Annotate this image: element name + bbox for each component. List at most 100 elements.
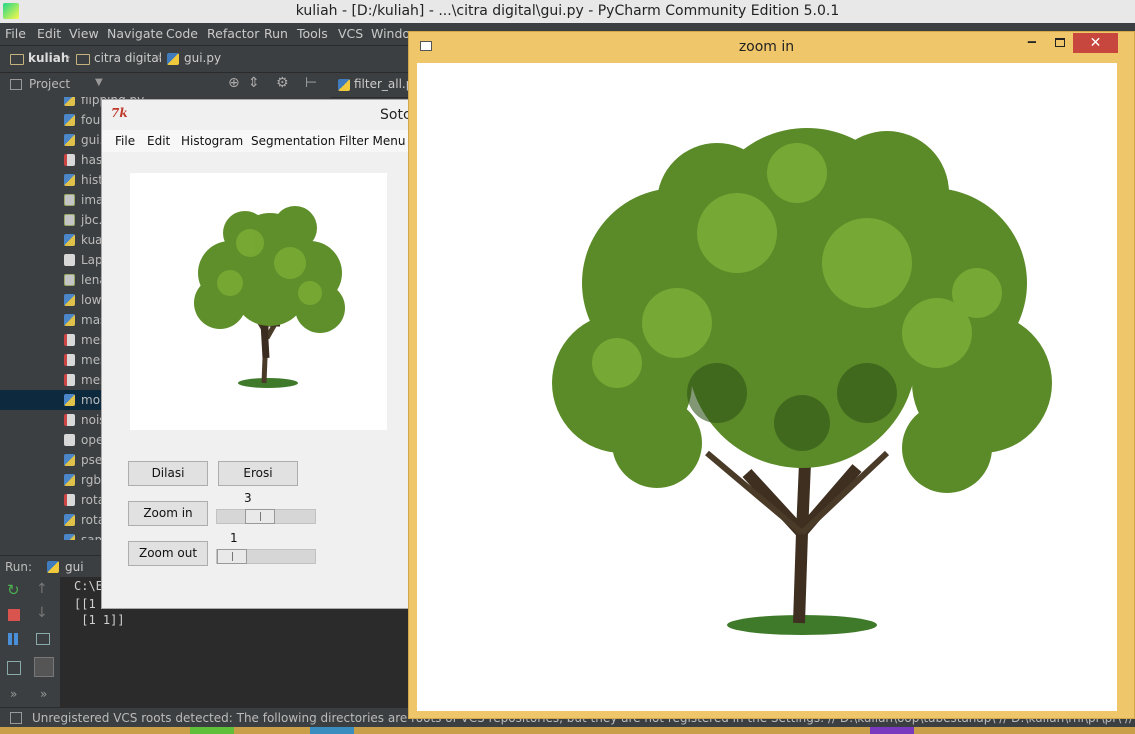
tk-menu-filter[interactable]: Filter Menu bbox=[339, 134, 405, 148]
tk-feather-icon: 7k bbox=[111, 106, 128, 120]
taskbar-item[interactable] bbox=[310, 727, 354, 734]
menu-navigate[interactable]: Navigate bbox=[107, 26, 163, 41]
minimize-icon[interactable]: ‒ bbox=[1027, 34, 1037, 50]
console-line: [[1 bbox=[74, 597, 96, 611]
run-toolbar: ↻ ↑ ↓ » » bbox=[0, 577, 60, 707]
console-line: C:\E bbox=[74, 579, 103, 593]
tree-item-label: jbc. bbox=[81, 213, 103, 227]
more-icon[interactable]: » bbox=[10, 687, 17, 701]
tk-menu-histogram[interactable]: Histogram bbox=[181, 134, 243, 148]
tk-menu-edit[interactable]: Edit bbox=[147, 134, 170, 148]
tree-item-label: pse bbox=[81, 453, 103, 467]
tree-image-small bbox=[194, 206, 345, 388]
pin-tab-icon[interactable] bbox=[34, 657, 54, 677]
zoom-in-button[interactable]: Zoom in bbox=[128, 501, 208, 526]
tk-menu-file[interactable]: File bbox=[115, 134, 135, 148]
menu-edit[interactable]: Edit bbox=[37, 26, 61, 41]
tk-menu-bar: File Edit Histogram Segmentation Filter … bbox=[102, 130, 408, 152]
more-icon[interactable]: » bbox=[40, 687, 47, 701]
zoom-window-title: zoom in bbox=[738, 39, 795, 55]
soft-wrap-icon[interactable] bbox=[36, 633, 50, 645]
unknown-file-icon bbox=[64, 254, 75, 266]
image-file-icon bbox=[64, 214, 75, 226]
project-view-icon bbox=[10, 79, 22, 90]
tree-item-label: has bbox=[81, 153, 103, 167]
zoom-title-bar: zoom in ‒ ✕ bbox=[409, 32, 1134, 62]
hide-panel-icon[interactable]: ⊢ bbox=[305, 75, 317, 91]
zoom-out-slider[interactable] bbox=[216, 549, 316, 564]
file-icon bbox=[64, 354, 75, 366]
tree-item-label: rgb bbox=[81, 473, 101, 487]
file-icon bbox=[64, 334, 75, 346]
run-tab-gui[interactable]: gui bbox=[65, 560, 84, 574]
crosshair-icon[interactable]: ⊕ bbox=[228, 75, 240, 91]
menu-vcs[interactable]: VCS bbox=[338, 26, 363, 41]
menu-tools[interactable]: Tools bbox=[297, 26, 328, 41]
breadcrumb-kuliah[interactable]: kuliah bbox=[28, 51, 69, 65]
taskbar-item[interactable] bbox=[870, 727, 914, 734]
tree-item-label: fou bbox=[81, 113, 101, 127]
collapse-icon[interactable]: ⇕ bbox=[248, 75, 260, 91]
python-file-icon bbox=[64, 234, 75, 246]
chevron-down-icon[interactable]: ▼ bbox=[95, 77, 103, 88]
python-file-icon bbox=[64, 474, 75, 486]
erosi-button[interactable]: Erosi bbox=[218, 461, 298, 486]
menu-run[interactable]: Run bbox=[264, 26, 288, 41]
gear-icon[interactable]: ⚙ bbox=[276, 75, 289, 91]
console-line: [1 1]] bbox=[74, 613, 125, 627]
tk-title-bar: 7k Sotc bbox=[102, 100, 411, 130]
stop-icon[interactable] bbox=[8, 609, 20, 621]
layout-icon[interactable] bbox=[7, 661, 21, 675]
tree-item-label: Lap bbox=[81, 253, 103, 267]
ide-window-title: kuliah - [D:/kuliah] - ...\citra digital… bbox=[295, 3, 840, 19]
taskbar-item[interactable] bbox=[190, 727, 234, 734]
python-file-icon bbox=[338, 79, 350, 91]
python-file-icon bbox=[64, 174, 75, 186]
dilasi-button[interactable]: Dilasi bbox=[128, 461, 208, 486]
python-file-icon bbox=[64, 114, 75, 126]
zoom-in-slider[interactable] bbox=[216, 509, 316, 524]
breadcrumb-separator-icon: › bbox=[66, 50, 71, 64]
zoom-window: zoom in ‒ ✕ bbox=[408, 31, 1135, 719]
python-file-icon bbox=[64, 454, 75, 466]
file-icon bbox=[64, 374, 75, 386]
zoomed-image-canvas bbox=[417, 63, 1117, 711]
toggle-toolwindows-icon[interactable] bbox=[10, 712, 22, 724]
project-view-label[interactable]: Project bbox=[29, 77, 70, 91]
menu-code[interactable]: Code bbox=[166, 26, 198, 41]
unknown-file-icon bbox=[64, 434, 75, 446]
tree-item-label: mo bbox=[81, 393, 101, 407]
breadcrumb-gui-py[interactable]: gui.py bbox=[184, 51, 221, 65]
python-file-icon bbox=[64, 294, 75, 306]
tk-app-window: 7k Sotc File Edit Histogram Segmentation… bbox=[101, 99, 411, 609]
tk-menu-segmentation[interactable]: Segmentation bbox=[251, 134, 335, 148]
arrow-down-icon[interactable]: ↓ bbox=[36, 605, 48, 621]
arrow-up-icon[interactable]: ↑ bbox=[36, 581, 48, 597]
breadcrumb-citra-digital[interactable]: citra digital bbox=[94, 51, 162, 65]
rerun-icon[interactable]: ↻ bbox=[7, 581, 20, 599]
python-file-icon bbox=[64, 97, 75, 106]
zoom-in-slider-thumb[interactable] bbox=[245, 509, 275, 524]
menu-file[interactable]: File bbox=[5, 26, 26, 41]
maximize-icon[interactable] bbox=[1055, 38, 1065, 47]
os-taskbar bbox=[0, 727, 1135, 734]
pause-icon[interactable] bbox=[8, 633, 12, 645]
zoom-out-button[interactable]: Zoom out bbox=[128, 541, 208, 566]
python-file-icon bbox=[47, 561, 59, 573]
project-toolbar: Project ▼ ⊕ ⇕ ⚙ ⊢ bbox=[0, 73, 330, 98]
python-file-icon bbox=[64, 134, 75, 146]
close-button[interactable]: ✕ bbox=[1073, 33, 1118, 53]
image-file-icon bbox=[64, 194, 75, 206]
folder-icon bbox=[76, 54, 90, 65]
ide-title-bar: kuliah - [D:/kuliah] - ...\citra digital… bbox=[0, 0, 1135, 23]
menu-refactor[interactable]: Refactor bbox=[207, 26, 259, 41]
zoom-out-slider-thumb[interactable] bbox=[217, 549, 247, 564]
python-file-icon bbox=[64, 394, 75, 406]
tree-image-large bbox=[552, 128, 1052, 635]
run-label: Run: bbox=[5, 560, 33, 574]
tree-item-label: kua bbox=[81, 233, 103, 247]
breadcrumb-separator-icon: › bbox=[157, 50, 162, 64]
menu-view[interactable]: View bbox=[69, 26, 99, 41]
zoom-in-scale-value: 3 bbox=[244, 491, 252, 505]
file-icon bbox=[64, 494, 75, 506]
